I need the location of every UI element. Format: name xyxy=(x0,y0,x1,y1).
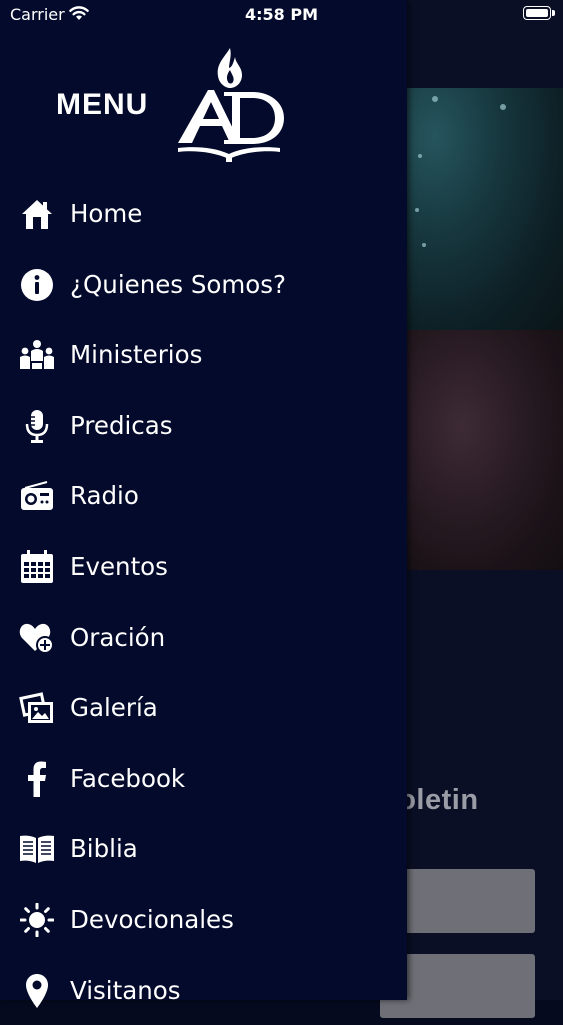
facebook-icon xyxy=(19,761,55,797)
people-icon xyxy=(19,337,55,373)
menu-item-devocionales[interactable]: Devocionales xyxy=(0,884,407,955)
battery-icon xyxy=(523,6,555,20)
menu-item-label: Visitanos xyxy=(70,975,181,1005)
menu-item-biblia[interactable]: Biblia xyxy=(0,813,407,884)
menu-item-oracion[interactable]: Oración xyxy=(0,602,407,673)
side-drawer-menu: MENU Home ¿Quienes Somos? Ministerios Pr… xyxy=(0,0,407,1008)
menu-item-label: Galería xyxy=(70,693,158,723)
microphone-icon xyxy=(19,408,55,444)
sun-icon xyxy=(19,902,55,938)
menu-title: MENU xyxy=(56,88,149,121)
menu-item-label: Radio xyxy=(70,481,139,511)
status-bar: Carrier 4:58 PM xyxy=(0,0,563,30)
info-icon xyxy=(19,267,55,303)
background-banner-image xyxy=(380,88,563,330)
church-logo xyxy=(172,40,287,165)
menu-item-ministerios[interactable]: Ministerios xyxy=(0,319,407,390)
menu-item-visitanos[interactable]: Visitanos xyxy=(0,955,407,1025)
menu-item-label: Facebook xyxy=(70,763,186,793)
photos-icon xyxy=(19,690,55,726)
menu-item-label: Predicas xyxy=(70,410,173,440)
menu-item-quienes-somos[interactable]: ¿Quienes Somos? xyxy=(0,249,407,320)
location-pin-icon xyxy=(19,973,55,1009)
radio-icon xyxy=(19,478,55,514)
menu-item-label: Ministerios xyxy=(70,340,203,370)
menu-item-label: Oración xyxy=(70,622,166,652)
menu-list: Home ¿Quienes Somos? Ministerios Predica… xyxy=(0,178,407,1025)
menu-item-predicas[interactable]: Predicas xyxy=(0,390,407,461)
menu-item-home[interactable]: Home xyxy=(0,178,407,249)
menu-item-radio[interactable]: Radio xyxy=(0,460,407,531)
status-time: 4:58 PM xyxy=(244,5,318,24)
background-photo xyxy=(380,330,563,570)
menu-item-eventos[interactable]: Eventos xyxy=(0,531,407,602)
menu-item-label: ¿Quienes Somos? xyxy=(70,269,287,299)
menu-item-label: Devocionales xyxy=(70,904,234,934)
menu-item-facebook[interactable]: Facebook xyxy=(0,743,407,814)
calendar-icon xyxy=(19,549,55,585)
menu-item-label: Home xyxy=(70,199,143,228)
heart-plus-icon xyxy=(19,620,55,656)
menu-item-label: Eventos xyxy=(70,551,168,581)
menu-item-galeria[interactable]: Galería xyxy=(0,672,407,743)
home-icon xyxy=(19,196,55,232)
book-icon xyxy=(19,831,55,867)
menu-item-label: Biblia xyxy=(70,834,138,864)
